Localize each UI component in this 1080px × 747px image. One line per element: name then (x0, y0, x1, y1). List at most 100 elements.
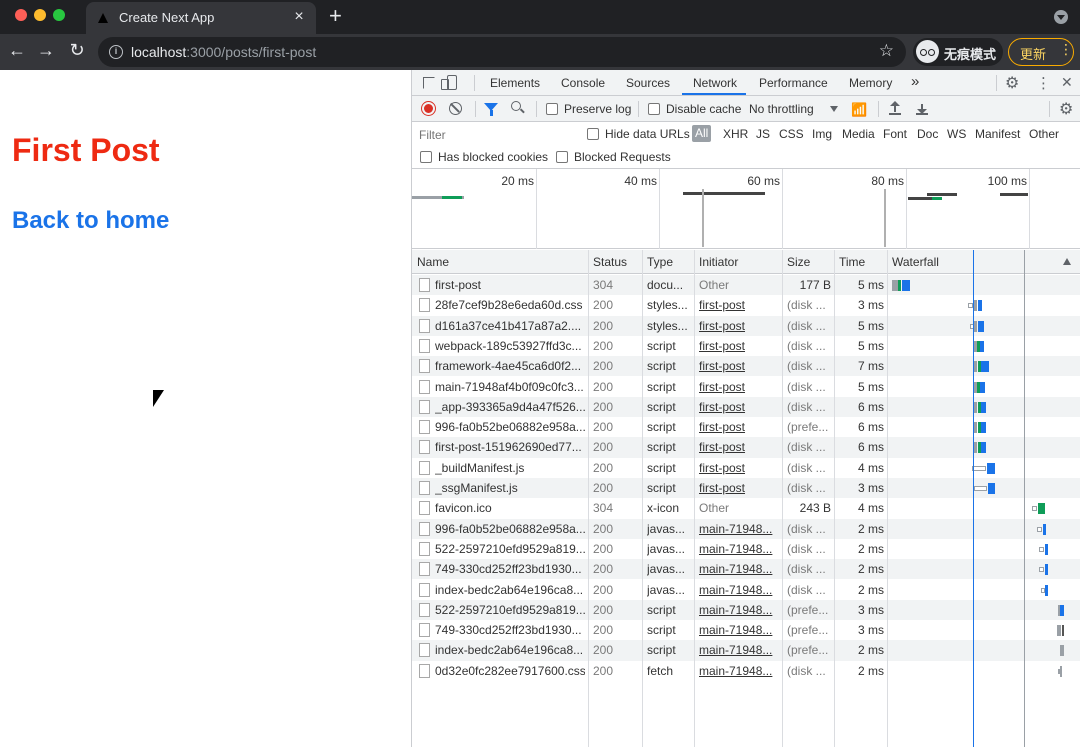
tab-sources[interactable]: Sources (626, 76, 670, 90)
cell-initiator[interactable]: Other (699, 278, 777, 292)
cell-name[interactable]: 0d32e0fc282ee7917600.css (435, 664, 585, 678)
throttling-select[interactable]: No throttling (749, 102, 814, 116)
close-devtools-icon[interactable]: ✕ (1061, 74, 1073, 91)
cell-initiator[interactable]: first-post (699, 339, 777, 353)
type-filter-js[interactable]: JS (756, 127, 770, 141)
column-type[interactable]: Type (647, 255, 673, 269)
cell-name[interactable]: 28fe7cef9b28e6eda60d.css (435, 298, 585, 312)
reload-button[interactable]: ↻ (66, 40, 88, 61)
clear-icon[interactable] (449, 102, 462, 115)
cell-name[interactable]: 749-330cd252ff23bd1930... (435, 623, 585, 637)
cell-initiator[interactable]: first-post (699, 298, 777, 312)
table-row[interactable]: _app-393365a9d4a47f526... 200 script first-… (412, 396, 1080, 418)
column-initiator[interactable]: Initiator (699, 255, 738, 269)
cell-initiator[interactable]: first-post (699, 359, 777, 373)
table-row[interactable]: 996-fa0b52be06882e958a... 200 javas... main… (412, 518, 1080, 539)
table-row[interactable]: first-post 304 docu... Other 177 B 5 ms (412, 275, 1080, 296)
cell-name[interactable]: first-post-151962690ed77... (435, 440, 585, 454)
device-toolbar-icon[interactable] (441, 75, 457, 90)
cell-initiator[interactable]: main-71948... (699, 522, 777, 536)
cell-name[interactable]: 996-fa0b52be06882e958a... (435, 420, 585, 434)
new-tab-button[interactable]: + (329, 3, 342, 29)
network-conditions-icon[interactable]: 📶 (851, 102, 867, 117)
sort-ascending-icon[interactable] (1063, 258, 1071, 265)
blocked-requests-checkbox[interactable] (556, 151, 568, 163)
url-text[interactable]: localhost:3000/posts/first-post (131, 44, 316, 60)
site-info-icon[interactable]: i (109, 45, 123, 59)
cell-initiator[interactable]: first-post (699, 440, 777, 454)
preserve-log-checkbox[interactable] (546, 103, 558, 115)
table-row[interactable]: framework-4ae45ca6d0f2... 200 script first-… (412, 356, 1080, 377)
cell-initiator[interactable]: main-71948... (699, 583, 777, 597)
minimize-window-button[interactable] (34, 9, 46, 21)
back-to-home-link[interactable]: Back to home (12, 207, 169, 235)
type-filter-xhr[interactable]: XHR (723, 127, 748, 141)
overview-timeline[interactable]: 20 ms 40 ms 60 ms 80 ms 100 ms (412, 169, 1080, 249)
tab-search-icon[interactable] (1054, 10, 1068, 24)
type-filter-other[interactable]: Other (1029, 127, 1059, 141)
browser-tab[interactable]: Create Next App × (86, 2, 316, 34)
table-row[interactable]: index-bedc2ab64e196ca8... 200 script main-7… (412, 640, 1080, 661)
cell-name[interactable]: d161a37ce41b417a87a2.... (435, 319, 585, 333)
cell-initiator[interactable]: Other (699, 501, 777, 515)
table-row[interactable]: 749-330cd252ff23bd1930... 200 script main-7… (412, 620, 1080, 640)
disable-cache-checkbox[interactable] (648, 103, 660, 115)
table-row[interactable]: webpack-189c53927ffd3c... 200 script first-… (412, 336, 1080, 356)
settings-gear-icon[interactable]: ⚙ (1005, 73, 1019, 93)
has-blocked-cookies-checkbox[interactable] (420, 151, 432, 163)
table-row[interactable]: 996-fa0b52be06882e958a... 200 script first-… (412, 417, 1080, 437)
cell-name[interactable]: _app-393365a9d4a47f526... (435, 400, 585, 414)
search-icon[interactable] (511, 101, 521, 111)
tab-elements[interactable]: Elements (490, 76, 540, 90)
table-row[interactable]: 0d32e0fc282ee7917600.css 200 fetch main-719… (412, 661, 1080, 681)
tab-performance[interactable]: Performance (759, 76, 828, 90)
incognito-indicator[interactable]: 无痕模式 (913, 38, 1003, 66)
cell-name[interactable]: framework-4ae45ca6d0f2... (435, 359, 585, 373)
type-filter-img[interactable]: Img (812, 127, 832, 141)
cell-initiator[interactable]: first-post (699, 319, 777, 333)
cell-initiator[interactable]: first-post (699, 380, 777, 394)
table-row[interactable]: favicon.ico 304 x-icon Other 243 B 4 ms (412, 498, 1080, 518)
cell-initiator[interactable]: first-post (699, 461, 777, 475)
export-har-icon[interactable] (916, 101, 928, 115)
table-row[interactable]: 749-330cd252ff23bd1930... 200 javas... main… (412, 559, 1080, 580)
hide-data-urls-checkbox[interactable] (587, 128, 599, 140)
cell-initiator[interactable]: main-71948... (699, 603, 777, 617)
maximize-window-button[interactable] (53, 9, 65, 21)
network-settings-gear-icon[interactable]: ⚙ (1059, 99, 1073, 119)
table-row[interactable]: _ssgManifest.js 200 script first-post (disk … (412, 478, 1080, 499)
import-har-icon[interactable] (889, 101, 901, 115)
type-filter-css[interactable]: CSS (779, 127, 804, 141)
tab-console[interactable]: Console (561, 76, 605, 90)
cell-name[interactable]: _buildManifest.js (435, 461, 585, 475)
devtools-menu-icon[interactable]: ⋮ (1036, 74, 1051, 92)
cell-initiator[interactable]: first-post (699, 400, 777, 414)
address-bar[interactable]: i localhost:3000/posts/first-post ☆ (98, 37, 906, 67)
column-name[interactable]: Name (417, 255, 449, 269)
record-icon[interactable] (422, 102, 435, 115)
table-row[interactable]: main-71948af4b0f09c0fc3... 200 script first… (412, 377, 1080, 397)
column-time[interactable]: Time (839, 255, 865, 269)
cell-initiator[interactable]: first-post (699, 481, 777, 495)
inspect-element-icon[interactable] (423, 77, 435, 89)
cell-name[interactable]: favicon.ico (435, 501, 585, 515)
type-filter-all[interactable]: All (692, 125, 712, 142)
cell-name[interactable]: webpack-189c53927ffd3c... (435, 339, 585, 353)
column-waterfall[interactable]: Waterfall (892, 255, 939, 269)
table-row[interactable]: first-post-151962690ed77... 200 script firs… (412, 437, 1080, 458)
cell-name[interactable]: 522-2597210efd9529a819... (435, 603, 585, 617)
cell-name[interactable]: 996-fa0b52be06882e958a... (435, 522, 585, 536)
type-filter-ws[interactable]: WS (947, 127, 966, 141)
table-row[interactable]: _buildManifest.js 200 script first-post (dis… (412, 458, 1080, 478)
cell-name[interactable]: 522-2597210efd9529a819... (435, 542, 585, 556)
cell-name[interactable]: _ssgManifest.js (435, 481, 585, 495)
column-size[interactable]: Size (787, 255, 810, 269)
chevron-down-icon[interactable] (830, 106, 838, 112)
cell-initiator[interactable]: main-71948... (699, 542, 777, 556)
table-row[interactable]: 522-2597210efd9529a819... 200 javas... main… (412, 539, 1080, 559)
bookmark-star-icon[interactable]: ☆ (879, 41, 894, 61)
cell-initiator[interactable]: main-71948... (699, 562, 777, 576)
cell-initiator[interactable]: main-71948... (699, 643, 777, 657)
table-row[interactable]: d161a37ce41b417a87a2.... 200 styles... firs… (412, 315, 1080, 336)
tab-close-icon[interactable]: × (290, 8, 308, 26)
